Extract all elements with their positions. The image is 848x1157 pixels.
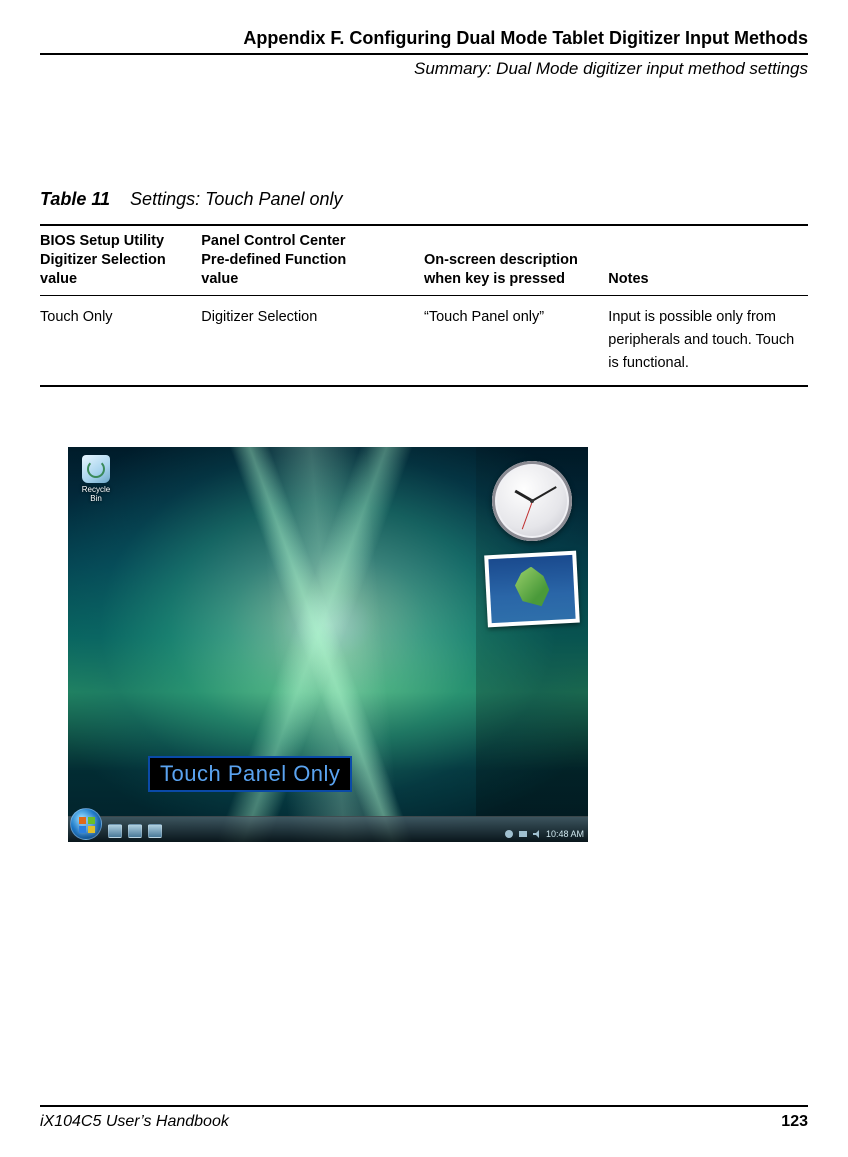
quick-launch[interactable] — [108, 824, 162, 838]
th-osd: On-screen description when key is presse… — [424, 225, 608, 295]
quick-launch-icon[interactable] — [128, 824, 142, 838]
clock-gadget[interactable] — [492, 461, 572, 541]
quick-launch-icon[interactable] — [148, 824, 162, 838]
tray-icon[interactable] — [518, 829, 528, 839]
settings-table: BIOS Setup Utility Digitizer Selection v… — [40, 224, 808, 387]
page-number: 123 — [781, 1113, 808, 1131]
slideshow-gadget[interactable] — [484, 551, 580, 628]
clock-hour-hand — [514, 490, 533, 503]
taskbar[interactable]: 10:48 AM — [68, 816, 588, 842]
trash-icon — [82, 455, 110, 483]
th-pcc: Panel Control Center Pre-defined Functio… — [201, 225, 424, 295]
slideshow-image — [488, 555, 575, 623]
clock-second-hand — [521, 501, 532, 530]
volume-icon[interactable] — [532, 829, 542, 839]
table-number: Table 11 — [40, 189, 110, 209]
system-tray[interactable]: 10:48 AM — [504, 829, 584, 839]
cell-pcc: Digitizer Selection — [201, 295, 424, 386]
book-title: iX104C5 User’s Handbook — [40, 1113, 229, 1131]
quick-launch-icon[interactable] — [108, 824, 122, 838]
table-row: Touch Only Digitizer Selection “Touch Pa… — [40, 295, 808, 386]
cell-osd: “Touch Panel only” — [424, 295, 608, 386]
cell-bios: Touch Only — [40, 295, 201, 386]
page-footer: iX104C5 User’s Handbook 123 — [40, 1105, 808, 1131]
tray-icon[interactable] — [504, 829, 514, 839]
summary-line: Summary: Dual Mode digitizer input metho… — [40, 53, 808, 79]
th-bios: BIOS Setup Utility Digitizer Selection v… — [40, 225, 201, 295]
cell-notes: Input is possible only from peripherals … — [608, 295, 808, 386]
appendix-title: Appendix F. Configuring Dual Mode Tablet… — [40, 28, 808, 49]
table-title: Settings: Touch Panel only — [130, 189, 342, 209]
th-notes: Notes — [608, 225, 808, 295]
start-button[interactable] — [70, 808, 102, 840]
table-caption: Table 11 Settings: Touch Panel only — [40, 189, 808, 210]
recycle-bin-label: Recycle Bin — [76, 485, 116, 503]
recycle-bin-icon[interactable]: Recycle Bin — [76, 455, 116, 503]
clock-minute-hand — [532, 486, 557, 502]
desktop-screenshot: Recycle Bin Touch Panel Only — [68, 447, 588, 842]
tray-clock[interactable]: 10:48 AM — [546, 829, 584, 839]
osd-overlay: Touch Panel Only — [148, 756, 352, 792]
windows-sidebar — [476, 447, 588, 816]
